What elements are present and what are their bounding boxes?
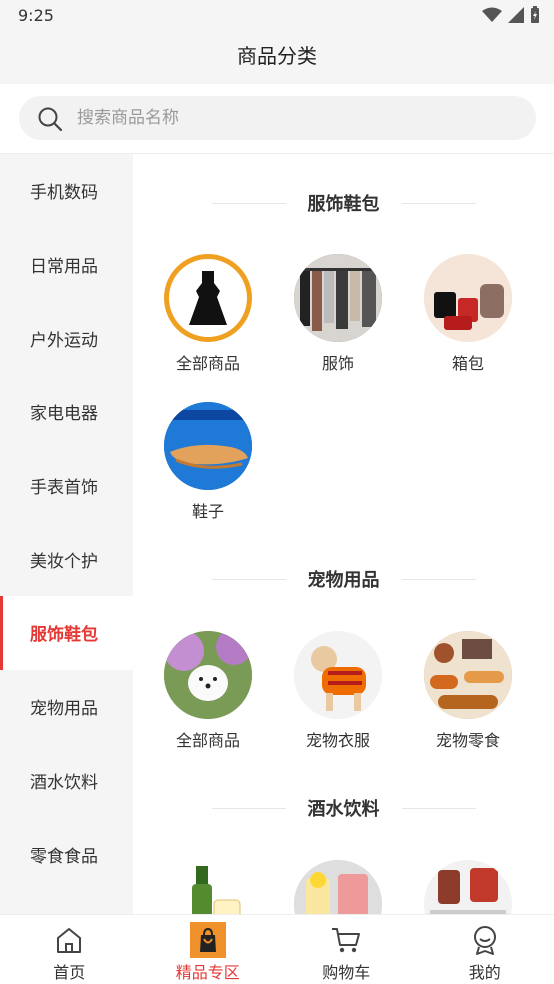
liquor-image bbox=[424, 860, 512, 914]
status-icons bbox=[482, 6, 540, 24]
section-header: 服饰鞋包 bbox=[133, 183, 554, 223]
home-icon bbox=[57, 928, 82, 953]
tab-label: 首页 bbox=[53, 963, 86, 982]
category-thumbnail bbox=[424, 860, 512, 914]
shoes-image bbox=[164, 402, 252, 490]
category-thumbnail bbox=[164, 860, 252, 914]
wine-image bbox=[192, 866, 241, 914]
category-thumbnail bbox=[294, 254, 382, 342]
category-item[interactable]: 全部商品 bbox=[148, 254, 268, 374]
sidebar-item-watches[interactable]: 手表首饰 bbox=[0, 449, 133, 523]
shopping-bag-icon bbox=[189, 922, 226, 958]
category-item[interactable]: 服饰 bbox=[278, 254, 398, 374]
sidebar-item-label: 户外运动 bbox=[30, 330, 98, 351]
category-content: 服饰鞋包 全部商品 服饰 箱包 鞋子 宠物用品 全部商品 宠物衣服 宠物零食 酒… bbox=[133, 154, 554, 914]
sidebar-item-label: 日常用品 bbox=[30, 257, 98, 278]
wifi-icon bbox=[482, 7, 502, 22]
sidebar-item-phones[interactable]: 手机数码 bbox=[0, 154, 133, 228]
tab-label: 购物车 bbox=[322, 963, 371, 982]
category-thumbnail bbox=[164, 631, 252, 719]
search-bar bbox=[0, 84, 554, 154]
category-label: 宠物衣服 bbox=[305, 731, 370, 750]
search-icon bbox=[38, 107, 63, 132]
sidebar-item-label: 手机数码 bbox=[30, 183, 98, 204]
category-thumbnail bbox=[424, 254, 512, 342]
sidebar-item-label: 美妆个护 bbox=[30, 551, 98, 572]
category-item[interactable]: 鞋子 bbox=[148, 402, 268, 522]
tab-label: 我的 bbox=[468, 963, 501, 982]
pet-snacks-image bbox=[424, 631, 512, 719]
divider bbox=[401, 807, 476, 809]
pet-clothes-image bbox=[294, 631, 382, 719]
category-item[interactable]: 箱包 bbox=[408, 254, 528, 374]
sidebar-item-beauty[interactable]: 美妆个护 bbox=[0, 522, 133, 596]
category-thumbnail bbox=[164, 402, 252, 490]
divider bbox=[401, 202, 476, 204]
status-time: 9:25 bbox=[18, 6, 54, 25]
search-box[interactable] bbox=[19, 96, 536, 140]
sidebar-item-label: 手表首饰 bbox=[30, 478, 98, 499]
category-label: 箱包 bbox=[451, 354, 484, 373]
dress-image bbox=[189, 271, 227, 325]
sidebar-item-appliances[interactable]: 家电电器 bbox=[0, 375, 133, 449]
category-thumbnail bbox=[164, 254, 252, 342]
category-sidebar: 手机数码 日常用品 户外运动 家电电器 手表首饰 美妆个护 服饰鞋包 宠物用品 … bbox=[0, 154, 133, 914]
sidebar-item-daily-goods[interactable]: 日常用品 bbox=[0, 228, 133, 302]
sidebar-item-label: 家电电器 bbox=[30, 404, 98, 425]
sidebar-item-label: 服饰鞋包 bbox=[30, 625, 98, 646]
clothing-image bbox=[294, 254, 382, 342]
status-bar: 9:25 bbox=[0, 0, 554, 32]
sidebar-item-apparel[interactable]: 服饰鞋包 bbox=[0, 596, 133, 670]
category-thumbnail bbox=[294, 631, 382, 719]
sidebar-item-snacks[interactable]: 零食食品 bbox=[0, 817, 133, 891]
tab-home[interactable]: 首页 bbox=[0, 915, 139, 984]
category-label: 宠物零食 bbox=[435, 731, 500, 750]
tab-cart[interactable]: 购物车 bbox=[277, 915, 416, 984]
category-label: 服饰 bbox=[321, 354, 354, 373]
divider bbox=[401, 578, 476, 580]
sidebar-item-label: 零食食品 bbox=[30, 846, 98, 867]
sidebar-item-drinks[interactable]: 酒水饮料 bbox=[0, 744, 133, 818]
bags-image bbox=[424, 254, 512, 342]
category-thumbnail bbox=[294, 860, 382, 914]
category-item[interactable] bbox=[278, 860, 398, 914]
section-title: 服饰鞋包 bbox=[307, 194, 380, 215]
tab-featured[interactable]: 精品专区 bbox=[139, 915, 278, 984]
category-item[interactable] bbox=[148, 860, 268, 914]
white-dog-image bbox=[164, 631, 252, 719]
battery-icon bbox=[531, 6, 539, 23]
page-header: 商品分类 bbox=[0, 32, 554, 84]
sidebar-item-outdoor[interactable]: 户外运动 bbox=[0, 301, 133, 375]
category-item[interactable]: 宠物零食 bbox=[408, 631, 528, 751]
signal-icon bbox=[508, 7, 524, 23]
sidebar-item-label: 酒水饮料 bbox=[30, 772, 98, 793]
bottom-tab-bar: 首页 精品专区 购物车 我的 bbox=[0, 914, 554, 984]
category-item[interactable] bbox=[408, 860, 528, 914]
profile-icon bbox=[473, 926, 496, 955]
cart-icon bbox=[332, 928, 361, 953]
category-item[interactable]: 全部商品 bbox=[148, 631, 268, 751]
drinks-image bbox=[294, 860, 382, 914]
section-title: 酒水饮料 bbox=[307, 799, 380, 820]
category-label: 鞋子 bbox=[191, 502, 224, 521]
divider bbox=[211, 202, 286, 204]
category-label: 全部商品 bbox=[175, 354, 240, 373]
section-header: 宠物用品 bbox=[133, 559, 554, 599]
category-label: 全部商品 bbox=[175, 731, 240, 750]
search-input[interactable] bbox=[77, 96, 507, 140]
tab-profile[interactable]: 我的 bbox=[416, 915, 554, 984]
category-thumbnail bbox=[424, 631, 512, 719]
divider bbox=[211, 578, 286, 580]
section-title: 宠物用品 bbox=[307, 570, 380, 591]
page-title: 商品分类 bbox=[237, 44, 317, 68]
category-item[interactable]: 宠物衣服 bbox=[278, 631, 398, 751]
divider bbox=[211, 807, 286, 809]
sidebar-item-label: 宠物用品 bbox=[30, 699, 98, 720]
sidebar-item-pets[interactable]: 宠物用品 bbox=[0, 670, 133, 744]
tab-label: 精品专区 bbox=[175, 963, 240, 982]
section-header: 酒水饮料 bbox=[133, 788, 554, 828]
